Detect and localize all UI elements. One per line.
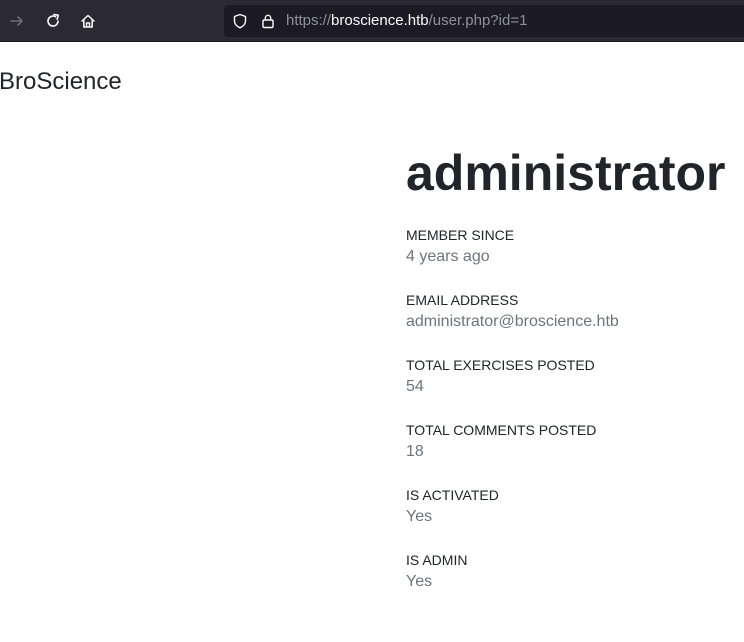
url-path: /user.php?id=1 — [428, 12, 528, 29]
info-value: 18 — [406, 443, 424, 460]
info-label: TOTAL EXERCISES POSTED — [406, 357, 595, 373]
info-exercises-posted: TOTAL EXERCISES POSTED 54 — [406, 356, 744, 421]
info-member-since: MEMBER SINCE 4 years ago — [406, 226, 744, 291]
info-label: IS ACTIVATED — [406, 487, 499, 503]
info-is-admin: IS ADMIN Yes — [406, 551, 744, 616]
info-label: IS ADMIN — [406, 552, 468, 568]
info-value: 54 — [406, 378, 424, 395]
user-profile: administrator MEMBER SINCE 4 years ago E… — [406, 142, 744, 616]
home-button[interactable] — [74, 7, 102, 35]
reload-button[interactable] — [39, 7, 67, 35]
info-label: TOTAL COMMENTS POSTED — [406, 422, 597, 438]
reload-icon — [47, 13, 59, 27]
site-brand[interactable]: BroScience — [0, 68, 122, 96]
info-value: 4 years ago — [406, 248, 490, 265]
info-value: Yes — [406, 573, 433, 590]
info-comments-posted: TOTAL COMMENTS POSTED 18 — [406, 421, 744, 486]
info-label: MEMBER SINCE — [406, 227, 515, 243]
info-value: Yes — [406, 508, 433, 525]
info-is-activated: IS ACTIVATED Yes — [406, 486, 744, 551]
url-host: broscience.htb — [331, 12, 429, 29]
home-icon — [81, 14, 95, 28]
lock-icon[interactable] — [260, 13, 276, 29]
info-value: administrator@broscience.htb — [406, 313, 619, 330]
url-text[interactable]: https://broscience.htb/user.php?id=1 — [286, 12, 527, 30]
info-label: EMAIL ADDRESS — [406, 292, 519, 308]
url-bar[interactable]: https://broscience.htb/user.php?id=1 — [224, 5, 744, 37]
arrow-right-icon — [10, 16, 23, 26]
profile-info-list: MEMBER SINCE 4 years ago EMAIL ADDRESS a… — [406, 226, 744, 616]
shield-icon[interactable] — [232, 13, 248, 29]
info-email: EMAIL ADDRESS administrator@broscience.h… — [406, 291, 744, 356]
forward-button[interactable] — [3, 7, 31, 35]
browser-toolbar: https://broscience.htb/user.php?id=1 — [0, 0, 744, 42]
url-scheme: https:// — [286, 12, 332, 29]
profile-username: administrator — [406, 145, 726, 201]
